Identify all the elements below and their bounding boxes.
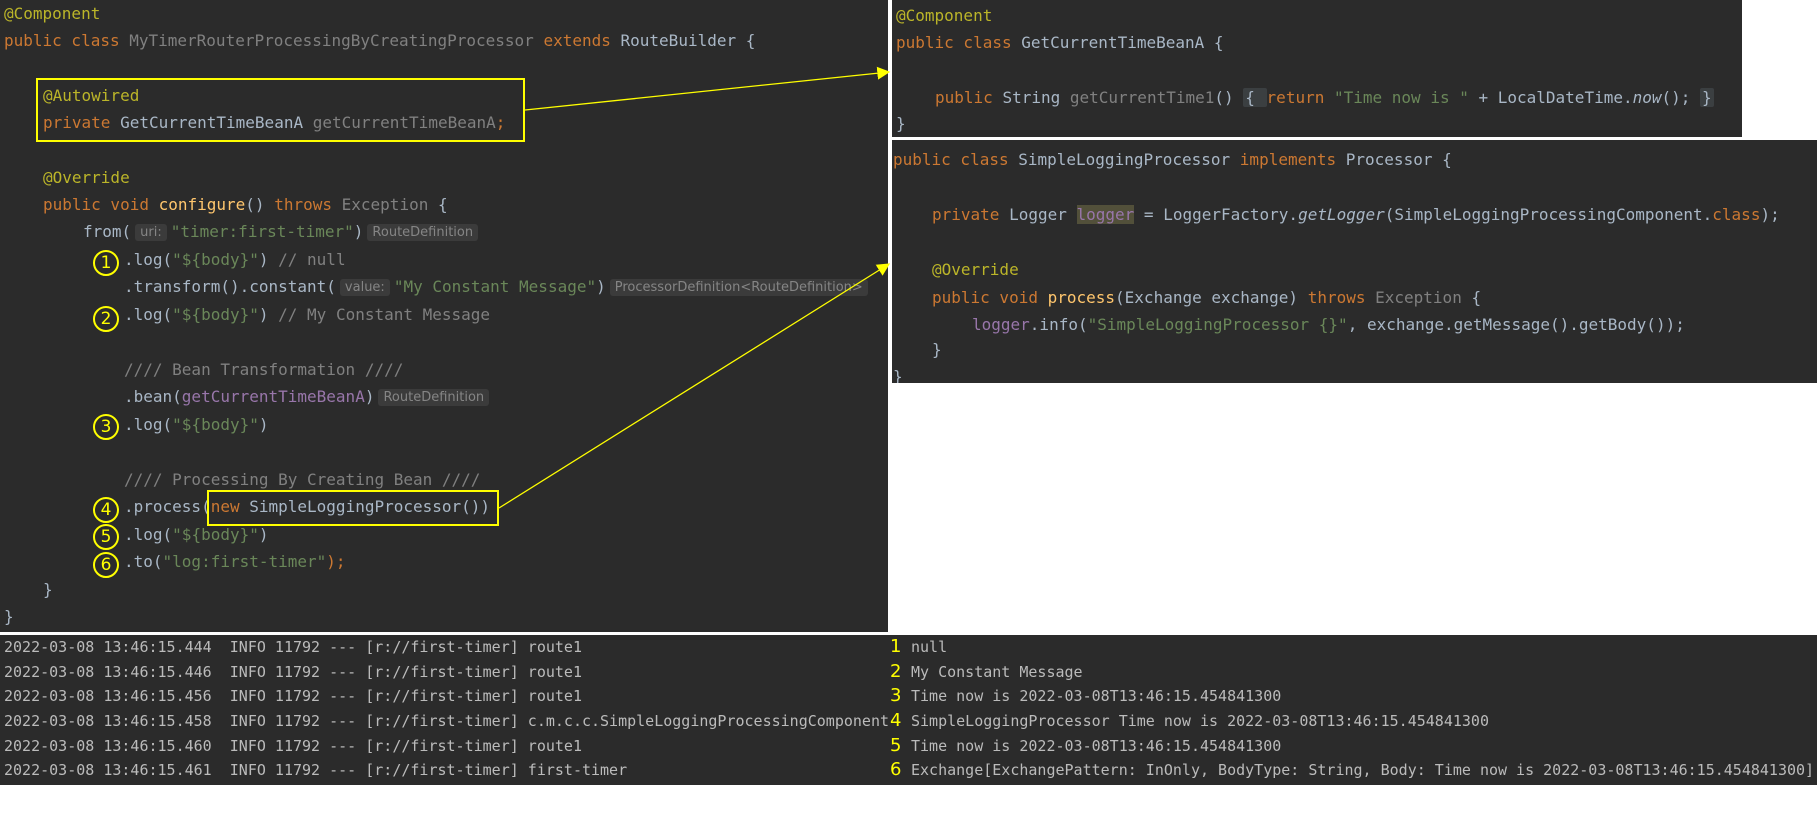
arrow-to-bean xyxy=(524,66,891,111)
arrow-to-processor xyxy=(498,263,891,509)
connector-arrows xyxy=(498,66,891,509)
